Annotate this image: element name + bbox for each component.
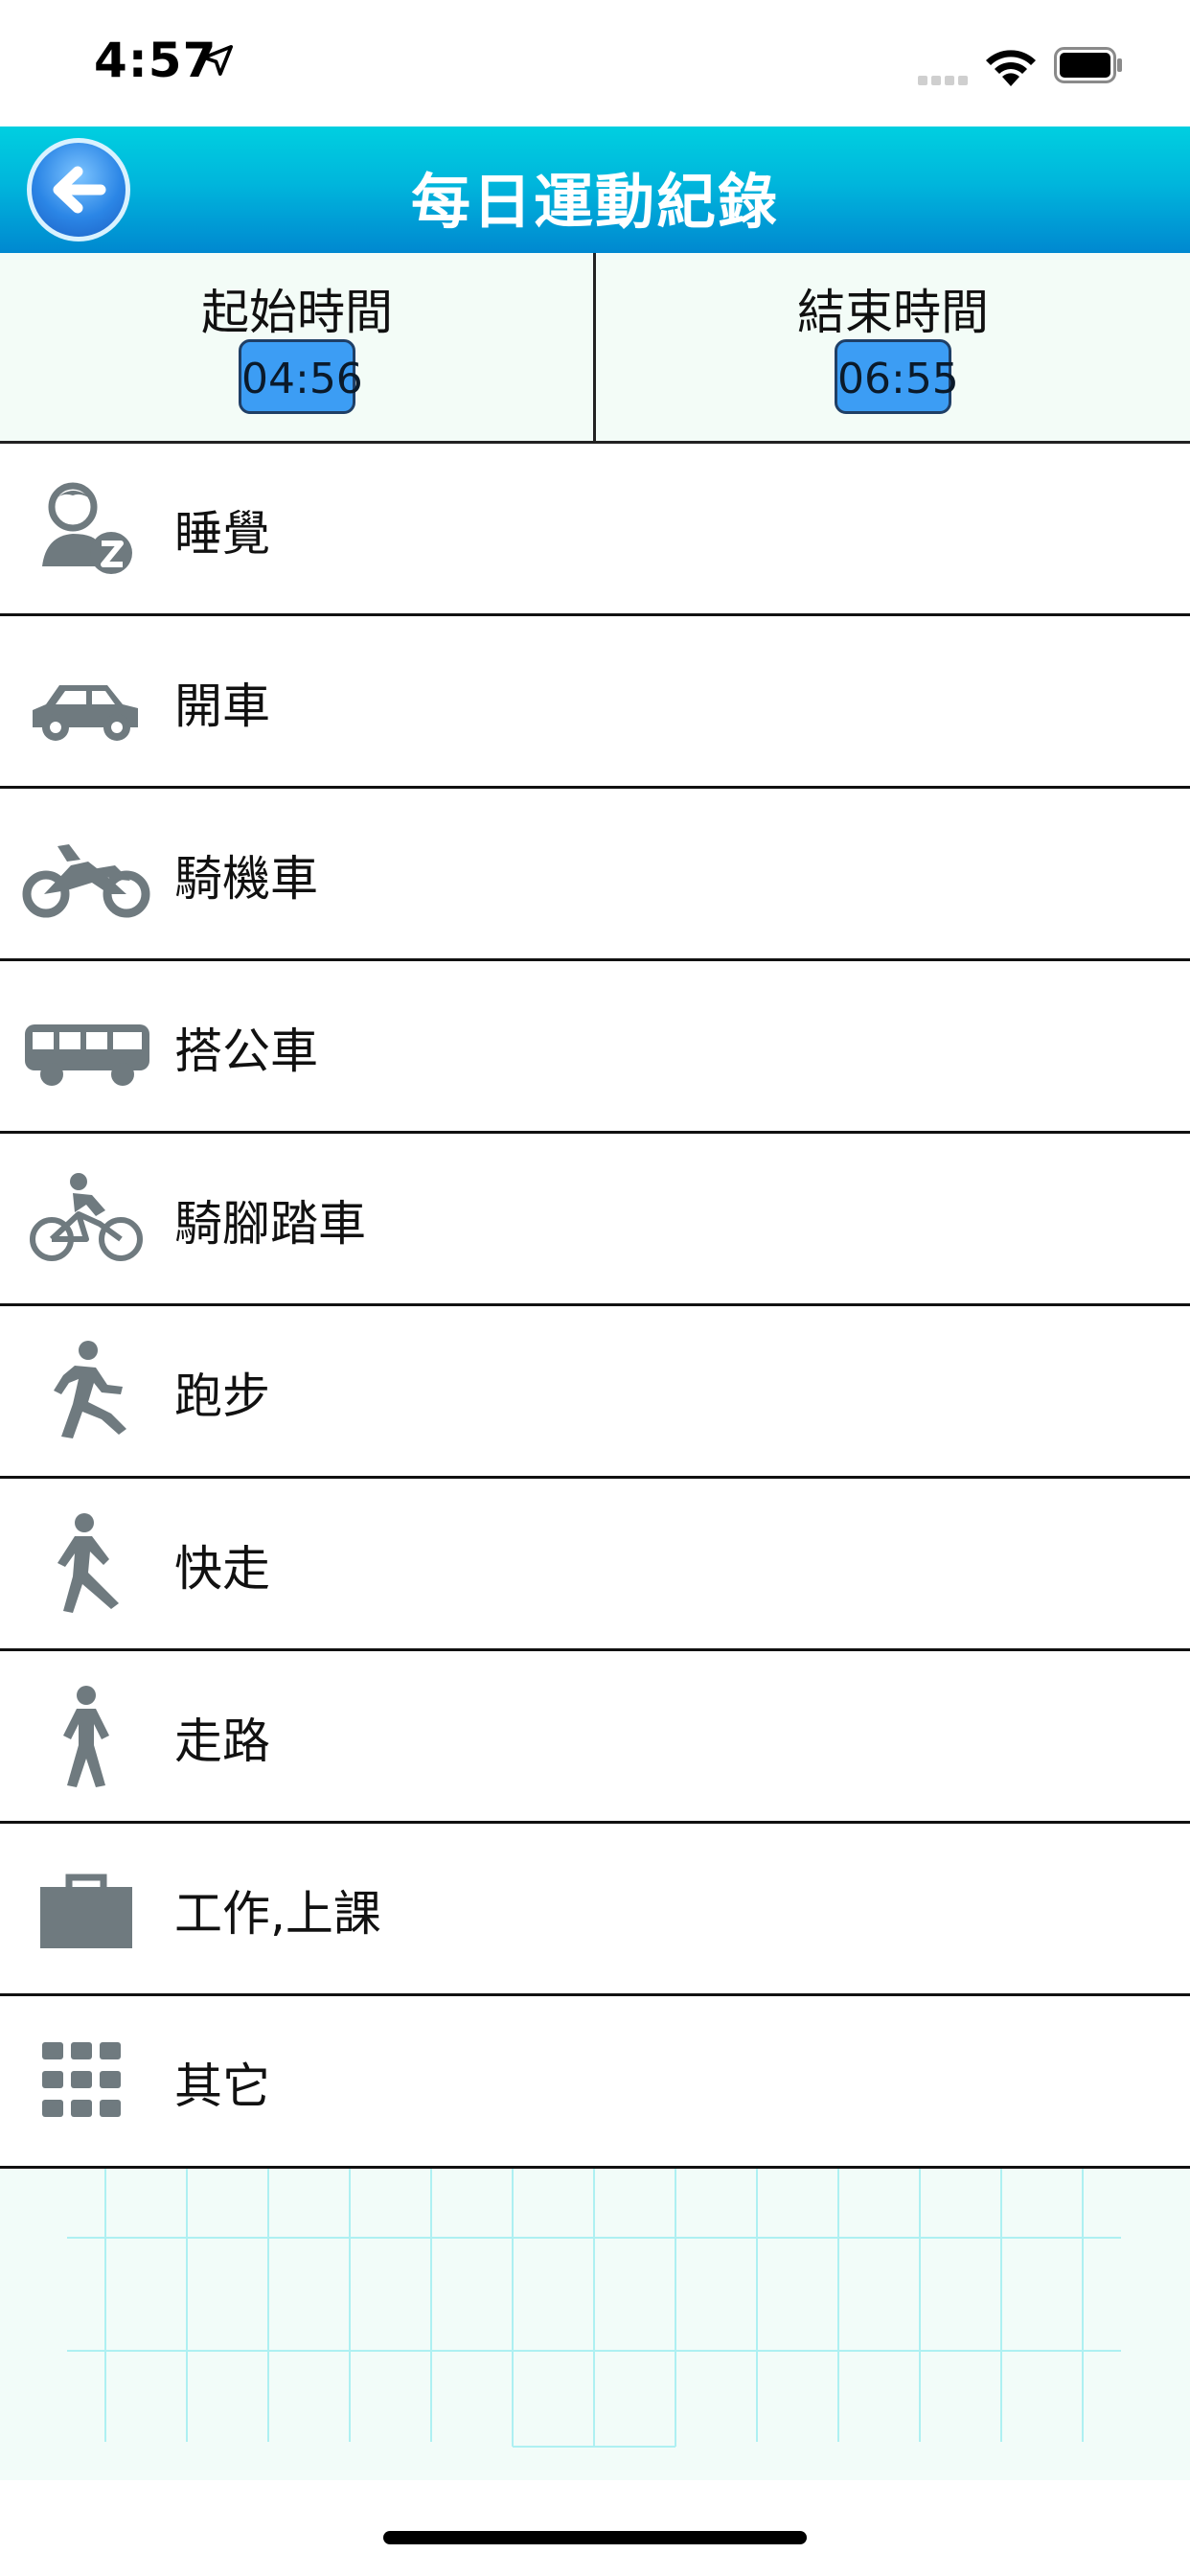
briefcase-icon (40, 1874, 132, 1948)
wifi-icon (986, 50, 1036, 86)
activity-item-drive[interactable]: 開車 (0, 616, 1190, 789)
car-icon (33, 685, 138, 741)
end-time-section: 結束時間 06:55 (596, 253, 1190, 441)
activity-label: 搭公車 (174, 1024, 318, 1079)
cellular-signal-icon (918, 71, 972, 89)
start-time-label: 起始時間 (201, 285, 393, 340)
background-grid (0, 2169, 1190, 2480)
time-range-panel: 起始時間 04:56 結束時間 06:55 (0, 253, 1190, 444)
activity-label: 跑步 (174, 1368, 270, 1424)
grid-icon (42, 2042, 121, 2117)
activity-label: 開車 (174, 678, 270, 734)
end-time-label: 結束時間 (797, 285, 989, 340)
activity-label: 騎機車 (174, 851, 318, 907)
running-icon (54, 1341, 126, 1438)
sleep-icon (42, 482, 132, 574)
activity-list: 睡覺 開車 騎機車 搭公車 騎腳踏車 跑步 快走 走路 工作,上課 其它 (0, 444, 1190, 2169)
bus-icon (25, 1024, 149, 1086)
location-arrow-icon (201, 44, 234, 77)
activity-label: 睡覺 (174, 506, 270, 562)
activity-label: 騎腳踏車 (174, 1196, 366, 1252)
grid-lines (67, 2169, 1121, 2448)
home-indicator[interactable] (383, 2531, 807, 2544)
walking-icon (63, 1686, 109, 1787)
motorcycle-icon (22, 844, 150, 918)
activity-item-walking[interactable]: 走路 (0, 1651, 1190, 1824)
status-time: 4:57 (94, 33, 217, 88)
activity-item-work-class[interactable]: 工作,上課 (0, 1824, 1190, 1996)
activity-item-brisk-walk[interactable]: 快走 (0, 1479, 1190, 1651)
bicycle-icon (30, 1173, 143, 1261)
activity-item-motorcycle[interactable]: 騎機車 (0, 789, 1190, 961)
navigation-bar: 每日運動紀錄 (0, 126, 1190, 253)
battery-icon (1054, 47, 1122, 83)
activity-item-other[interactable]: 其它 (0, 1996, 1190, 2169)
activity-label: 工作,上課 (174, 1886, 381, 1942)
activity-item-sleep[interactable]: 睡覺 (0, 444, 1190, 616)
activity-item-bus[interactable]: 搭公車 (0, 961, 1190, 1134)
end-time-button[interactable]: 06:55 (835, 339, 959, 414)
activity-label: 走路 (174, 1714, 270, 1769)
status-bar: 4:57 (0, 0, 1190, 126)
activity-item-bicycle[interactable]: 騎腳踏車 (0, 1134, 1190, 1306)
start-time-button[interactable]: 04:56 (239, 339, 363, 414)
start-time-section: 起始時間 04:56 (0, 253, 594, 441)
activity-item-running[interactable]: 跑步 (0, 1306, 1190, 1479)
activity-label: 快走 (174, 1541, 270, 1597)
activity-label: 其它 (174, 2058, 270, 2114)
page-title: 每日運動紀錄 (410, 167, 779, 237)
brisk-walk-icon (57, 1513, 119, 1613)
